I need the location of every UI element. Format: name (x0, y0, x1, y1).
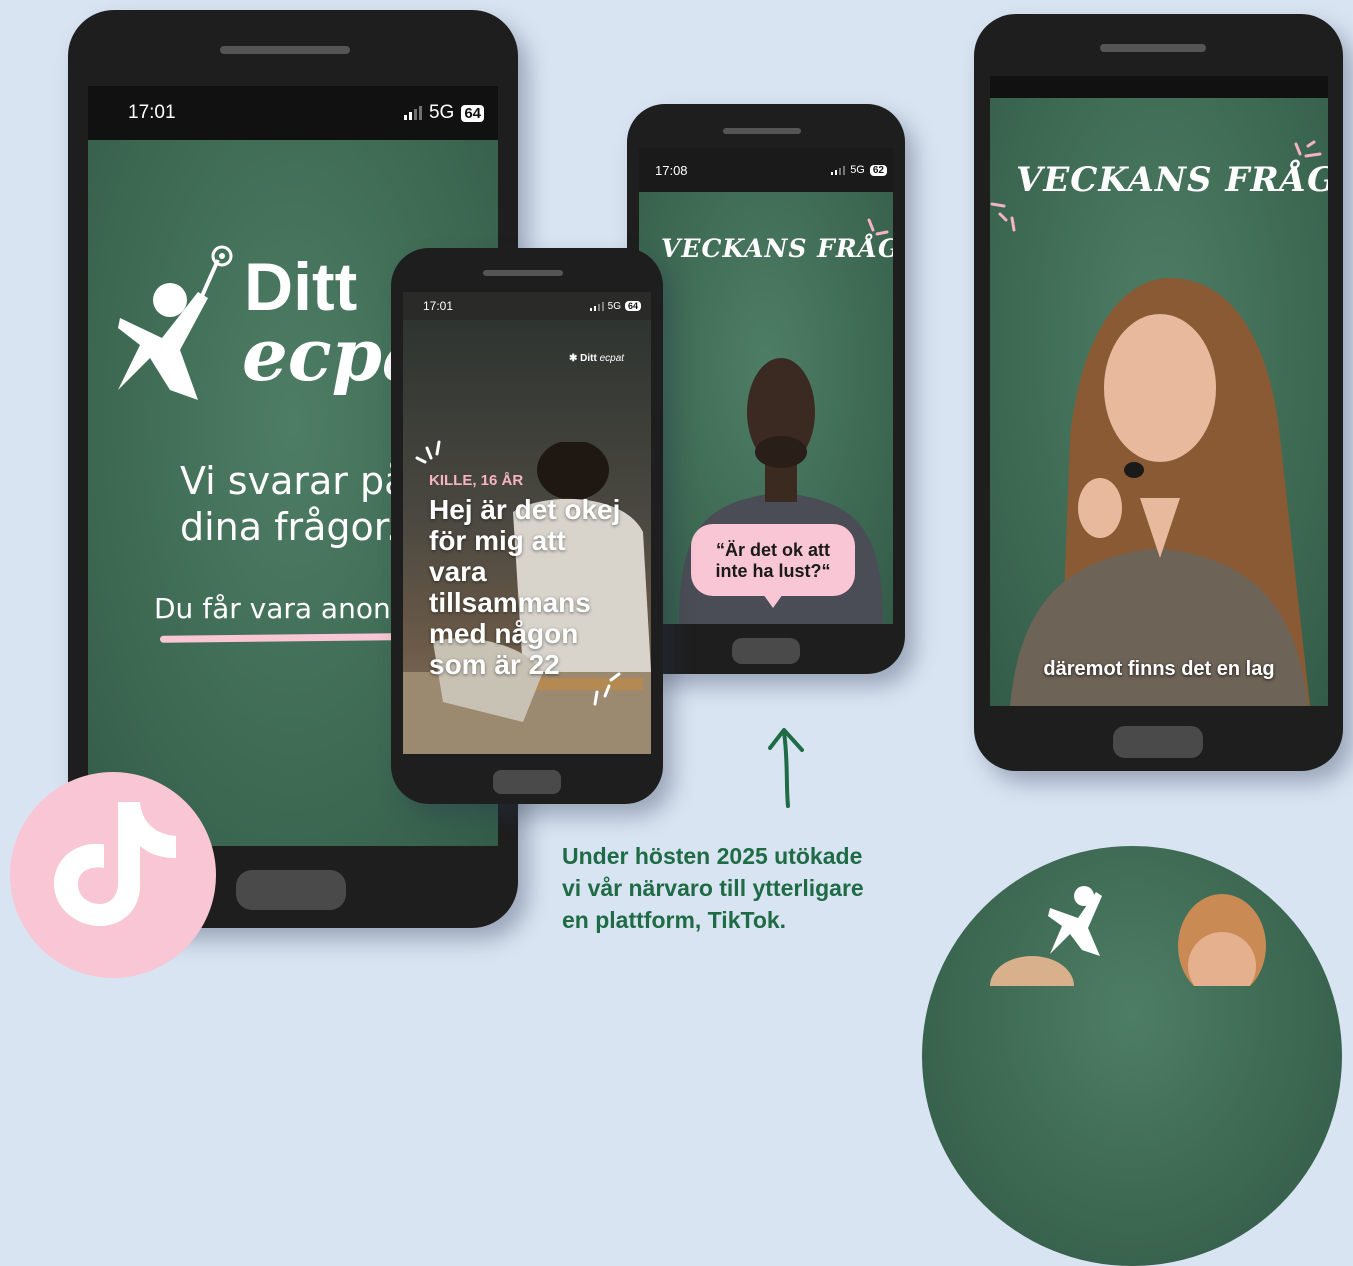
status-time: 17:01 (128, 102, 176, 123)
phone-speaker (220, 46, 350, 54)
status-bar: 17:01 5G 64 (88, 86, 498, 140)
tagline-line1: Vi svarar på (180, 459, 408, 503)
tagline-line2: dina frågor. (180, 505, 398, 549)
team-photo-image (990, 886, 1266, 986)
status-time: 17:08 (655, 162, 688, 178)
bubble-line1: “Är det ok att (715, 540, 830, 560)
status-bar: 17:01 5G 64 (403, 292, 651, 320)
question-headline-line: vara (429, 556, 487, 587)
sparkle-icon (593, 672, 621, 706)
question-headline-line: tillsammans (429, 587, 591, 618)
question-headline-line: med någon (429, 618, 579, 649)
network-label: 5G (428, 102, 455, 123)
caption-line1: Under hösten 2025 utökade (562, 843, 863, 869)
signal-icon (831, 165, 846, 175)
home-button (1113, 726, 1203, 758)
status-bar: 17:08 5G 62 (639, 148, 893, 192)
team-photo-circle (922, 846, 1342, 1266)
signal-icon (589, 301, 604, 311)
veckans-fraga-title: VECKANS FRÅGA (661, 234, 893, 263)
battery-icon: 62 (869, 164, 887, 176)
small-logo: ✱ Ditt ecpat (569, 354, 624, 364)
status-bar (990, 76, 1328, 98)
network-label: 5G (850, 164, 865, 176)
small-logo-ditt: Ditt (580, 353, 597, 364)
home-button (732, 638, 800, 664)
phone-mockup-veckans-woman: VECKANS FRÅGA däremot finns det en lag (974, 14, 1343, 771)
bubble-line2: inte ha lust?“ (715, 561, 831, 581)
phone-screen-veckans-woman: VECKANS FRÅGA däremot finns det en lag (990, 76, 1328, 706)
sparkle-icon (415, 440, 441, 464)
screen-background: VECKANS FRÅGA däremot finns det en lag (990, 98, 1328, 706)
question-headline-line: för mig att (429, 525, 566, 556)
tiktok-badge (10, 772, 216, 978)
signal-icon (403, 106, 422, 120)
phone-mockup-question: 17:01 5G 64 ✱ Ditt ecpat KILLE, 16 ÅR He… (391, 248, 663, 804)
small-logo-ecpat: ecpat (599, 353, 625, 364)
battery-icon: 64 (461, 104, 484, 122)
video-subtitle: däremot finns det en lag (1043, 658, 1275, 680)
caption-line2: vi vår närvaro till ytterligare (562, 875, 864, 901)
small-logo-icon: ✱ (569, 353, 578, 364)
tiktok-logo-icon (54, 802, 176, 926)
phone-mockup-veckans-man: 17:08 5G 62 VECKANS FRÅGA “Är de (627, 104, 905, 674)
phone-screen-question: 17:01 5G 64 ✱ Ditt ecpat KILLE, 16 ÅR He… (403, 292, 651, 754)
battery-icon: 64 (624, 301, 641, 311)
phone-speaker (1100, 44, 1206, 52)
caption-line3: en plattform, TikTok. (562, 907, 787, 933)
home-button (493, 770, 561, 794)
ecpat-figure-icon (118, 245, 233, 400)
tagline: Vi svarar på dina frågor. (180, 458, 407, 550)
question-headline-line: Hej är det okej (429, 494, 621, 525)
home-button (236, 870, 346, 910)
sparkle-icon (1294, 140, 1322, 158)
phone-speaker (723, 128, 801, 134)
caption-text: Under hösten 2025 utökade vi vår närvaro… (562, 840, 922, 936)
phone-screen-veckans-man: 17:08 5G 62 VECKANS FRÅGA “Är de (639, 148, 893, 624)
sparkle-icon (990, 202, 1016, 232)
presenter-woman-image (1010, 278, 1310, 706)
phone-speaker (483, 270, 563, 276)
up-arrow-icon (768, 728, 804, 808)
network-label: 5G (607, 300, 621, 312)
question-kicker: KILLE, 16 ÅR (429, 472, 524, 489)
question-bubble: “Är det ok att inte ha lust?“ (691, 524, 855, 608)
screen-background: VECKANS FRÅGA “Är det ok att inte ha lus… (639, 192, 893, 624)
sparkle-icon (867, 218, 889, 236)
question-headline: Hej är det okej för mig att vara tillsamman… (429, 494, 651, 680)
veckans-fraga-title: VECKANS FRÅGA (1016, 160, 1328, 200)
status-time: 17:01 (423, 299, 454, 313)
